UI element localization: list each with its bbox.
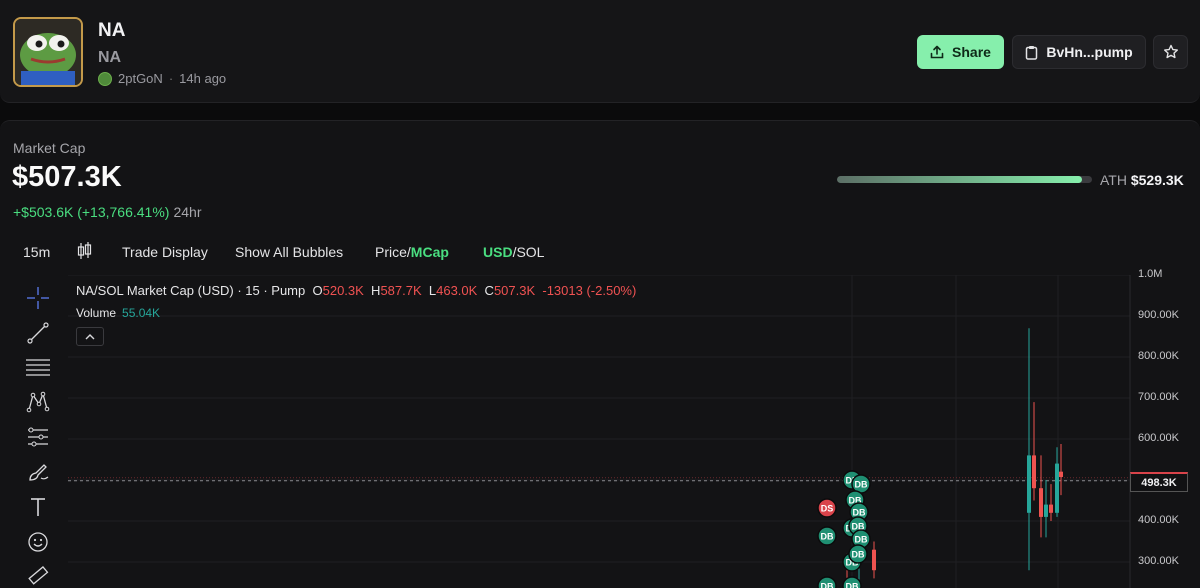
prediction-tool[interactable] bbox=[24, 423, 52, 451]
brush-icon bbox=[29, 464, 49, 481]
candle-body bbox=[872, 549, 876, 571]
crosshair-icon bbox=[27, 287, 49, 309]
ath-text: ATH $529.3K bbox=[1100, 172, 1184, 188]
emoji-tool[interactable] bbox=[24, 528, 52, 556]
candle-body bbox=[1039, 488, 1043, 517]
chart-toolbar: 15m Trade Display Show All Bubbles Price… bbox=[0, 241, 1200, 263]
trade-bubble-label: DB bbox=[853, 508, 866, 518]
star-icon bbox=[1163, 44, 1178, 59]
y-tick-label: 900.00K bbox=[1138, 309, 1179, 321]
creator-name[interactable]: 2ptGoN bbox=[118, 71, 163, 86]
collapse-legend-button[interactable] bbox=[76, 327, 104, 346]
chart-legend: NA/SOL Market Cap (USD) · 15 · Pump O520… bbox=[76, 283, 636, 298]
trend-line-icon bbox=[27, 322, 49, 344]
volume-legend: Volume 55.04K bbox=[76, 306, 160, 320]
trade-display-button[interactable]: Trade Display bbox=[122, 244, 208, 260]
token-name: NA bbox=[98, 20, 126, 41]
open-label: O bbox=[312, 283, 323, 298]
brush-tool[interactable] bbox=[24, 458, 52, 486]
token-avatar bbox=[13, 17, 83, 87]
ath-progress-fill bbox=[837, 176, 1082, 183]
candle-body bbox=[1027, 455, 1031, 513]
candle-body bbox=[1032, 455, 1036, 489]
created-age: 14h ago bbox=[179, 71, 227, 86]
volume-label: Volume bbox=[76, 306, 117, 320]
creator-avatar-icon bbox=[98, 71, 112, 86]
high-value: 587.7K bbox=[380, 283, 422, 298]
trade-bubble-label: DB bbox=[821, 582, 834, 588]
y-tick-label: 300.00K bbox=[1138, 555, 1179, 567]
token-address: BvHn...pump bbox=[1046, 44, 1133, 60]
y-tick-label: 600.00K bbox=[1138, 432, 1179, 444]
currency-toggle[interactable]: USD/SOL bbox=[483, 244, 544, 260]
ath-progress-bar bbox=[837, 176, 1092, 183]
y-tick-label: 400.00K bbox=[1138, 514, 1179, 526]
pepe-frog-icon bbox=[15, 19, 81, 85]
change-period: 24hr bbox=[173, 204, 202, 220]
candlestick-icon bbox=[77, 242, 92, 259]
candle-body bbox=[1059, 471, 1063, 478]
candle-body bbox=[1044, 504, 1048, 517]
pattern-icon bbox=[26, 391, 50, 413]
trade-bubble-label: DB bbox=[852, 550, 865, 560]
text-icon bbox=[31, 498, 45, 516]
trade-bubble-label: DB bbox=[846, 582, 859, 588]
chevron-up-icon bbox=[85, 333, 95, 339]
close-label: C bbox=[484, 283, 494, 298]
horizontal-lines-icon bbox=[26, 359, 50, 376]
share-icon bbox=[930, 45, 944, 59]
price-option: Price bbox=[375, 244, 407, 260]
interval-selector[interactable]: 15m bbox=[23, 244, 50, 260]
market-cap-value: $507.3K bbox=[12, 161, 122, 193]
ath-label: ATH bbox=[1100, 172, 1127, 188]
market-cap-change: +$503.6K (+13,766.41%) 24hr bbox=[13, 204, 202, 220]
drawing-toolbar bbox=[0, 275, 68, 588]
candle-body bbox=[1049, 504, 1053, 513]
volume-value: 55.04K bbox=[122, 306, 161, 320]
close-value: 507.3K bbox=[493, 283, 536, 298]
open-value: 520.3K bbox=[322, 283, 364, 298]
usd-option: USD bbox=[483, 244, 513, 260]
market-cap-chart[interactable]: DSDBDBDBDBDBDBDBDBDBDBDBDB bbox=[68, 275, 1200, 588]
show-bubbles-button[interactable]: Show All Bubbles bbox=[235, 244, 343, 260]
share-button[interactable]: Share bbox=[917, 35, 1004, 69]
change-value: +$503.6K (+13,766.41%) bbox=[13, 204, 170, 220]
creator-row: 2ptGoN · 14h ago bbox=[98, 71, 226, 86]
fib-tool[interactable] bbox=[24, 354, 52, 382]
ruler-tool[interactable] bbox=[24, 563, 52, 588]
trend-line-tool[interactable] bbox=[24, 319, 52, 347]
market-cap-label: Market Cap bbox=[13, 140, 86, 156]
pattern-tool[interactable] bbox=[24, 388, 52, 416]
token-symbol: NA bbox=[98, 49, 122, 66]
y-tick-label: 700.00K bbox=[1138, 391, 1179, 403]
sliders-icon bbox=[28, 427, 48, 447]
smiley-icon bbox=[28, 532, 48, 552]
chart-title: NA/SOL Market Cap (USD) · 15 · Pump bbox=[76, 283, 306, 298]
separator-dot: · bbox=[168, 71, 174, 86]
current-price-tag: 498.3K bbox=[1130, 472, 1188, 492]
share-button-label: Share bbox=[952, 44, 991, 60]
trade-bubble-label: DB bbox=[855, 480, 868, 490]
sol-option: SOL bbox=[516, 244, 545, 260]
trade-bubble-label: DB bbox=[855, 535, 868, 545]
ath-value: $529.3K bbox=[1130, 172, 1184, 188]
favorite-button[interactable] bbox=[1153, 35, 1188, 69]
text-tool[interactable] bbox=[24, 493, 52, 521]
mcap-option: MCap bbox=[410, 244, 449, 260]
ruler-icon bbox=[28, 566, 49, 585]
candle-body bbox=[1055, 463, 1059, 513]
crosshair-tool[interactable] bbox=[24, 284, 52, 312]
token-header: NA NA 2ptGoN · 14h ago Share BvHn...pump bbox=[0, 0, 1200, 103]
low-value: 463.0K bbox=[436, 283, 478, 298]
trade-bubble-label: DB bbox=[821, 532, 834, 542]
price-mcap-toggle[interactable]: Price/MCap bbox=[375, 244, 449, 260]
candle-type-button[interactable] bbox=[77, 241, 93, 264]
clipboard-icon bbox=[1026, 45, 1038, 60]
change-readout: -13013 (-2.50%) bbox=[542, 283, 637, 298]
copy-address-button[interactable]: BvHn...pump bbox=[1012, 35, 1146, 69]
trade-bubble-label: DS bbox=[821, 504, 834, 514]
y-tick-label: 800.00K bbox=[1138, 350, 1179, 362]
y-tick-label: 1.0M bbox=[1138, 268, 1163, 280]
